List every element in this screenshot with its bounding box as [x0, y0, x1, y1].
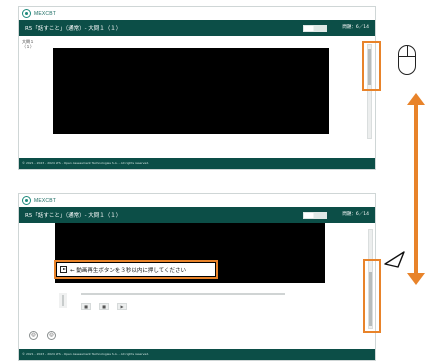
scroll-direction-arrow — [414, 103, 418, 275]
seek-bar[interactable] — [81, 293, 285, 295]
app-topbar: MEXCBT — [19, 7, 375, 20]
question-label: 大問１ （１） — [22, 39, 34, 49]
stop-button[interactable]: ■ — [81, 303, 91, 310]
progress-bar — [303, 25, 327, 32]
prev-button[interactable]: ◎ — [29, 331, 38, 340]
screen-before: MEXCBT R5「話すこと」（通常）- 大問１（１） 問題：6／14 大問１ … — [18, 6, 381, 170]
test-title: R5「話すこと」（通常）- 大問１（１） — [25, 213, 122, 219]
question-counter: 問題：6／14 — [342, 25, 369, 30]
video-area[interactable] — [53, 48, 329, 134]
test-header: R5「話すこと」（通常）- 大問１（１） 問題：6／14 — [19, 20, 375, 36]
app-logo-text: MEXCBT — [34, 197, 57, 204]
footer-copyright: © 2021 - 2023 - 2024 LTS - Open Assessme… — [19, 349, 375, 360]
scrollbar-highlight — [362, 41, 381, 91]
mouse-icon — [398, 45, 416, 75]
screen-after: MEXCBT R5「話すこと」（通常）- 大問１（１） 問題：6／14 ← 動画… — [18, 193, 381, 361]
volume-slider[interactable] — [59, 293, 67, 308]
arrow-down-icon — [407, 273, 425, 285]
scrollbar-highlight — [363, 259, 381, 333]
mexcbt-logo-icon — [22, 196, 31, 205]
play-button[interactable]: ▶ — [117, 303, 127, 310]
next-button[interactable]: ◎ — [47, 331, 56, 340]
pause-button[interactable]: ■ — [99, 303, 109, 310]
footer-copyright: © 2021 - 2023 - 2024 LTS - Open Assessme… — [19, 158, 375, 169]
test-header: R5「話すこと」（通常）- 大問１（１） 問題：6／14 — [19, 207, 375, 223]
play-instruction-highlight — [54, 260, 218, 279]
app-topbar: MEXCBT — [19, 194, 375, 207]
cursor-pointer-icon — [384, 251, 405, 268]
app-logo-text: MEXCBT — [34, 10, 57, 17]
test-title: R5「話すこと」（通常）- 大問１（１） — [25, 26, 122, 32]
progress-bar — [303, 212, 327, 219]
question-counter: 問題：6／14 — [342, 212, 369, 217]
mexcbt-logo-icon — [22, 9, 31, 18]
